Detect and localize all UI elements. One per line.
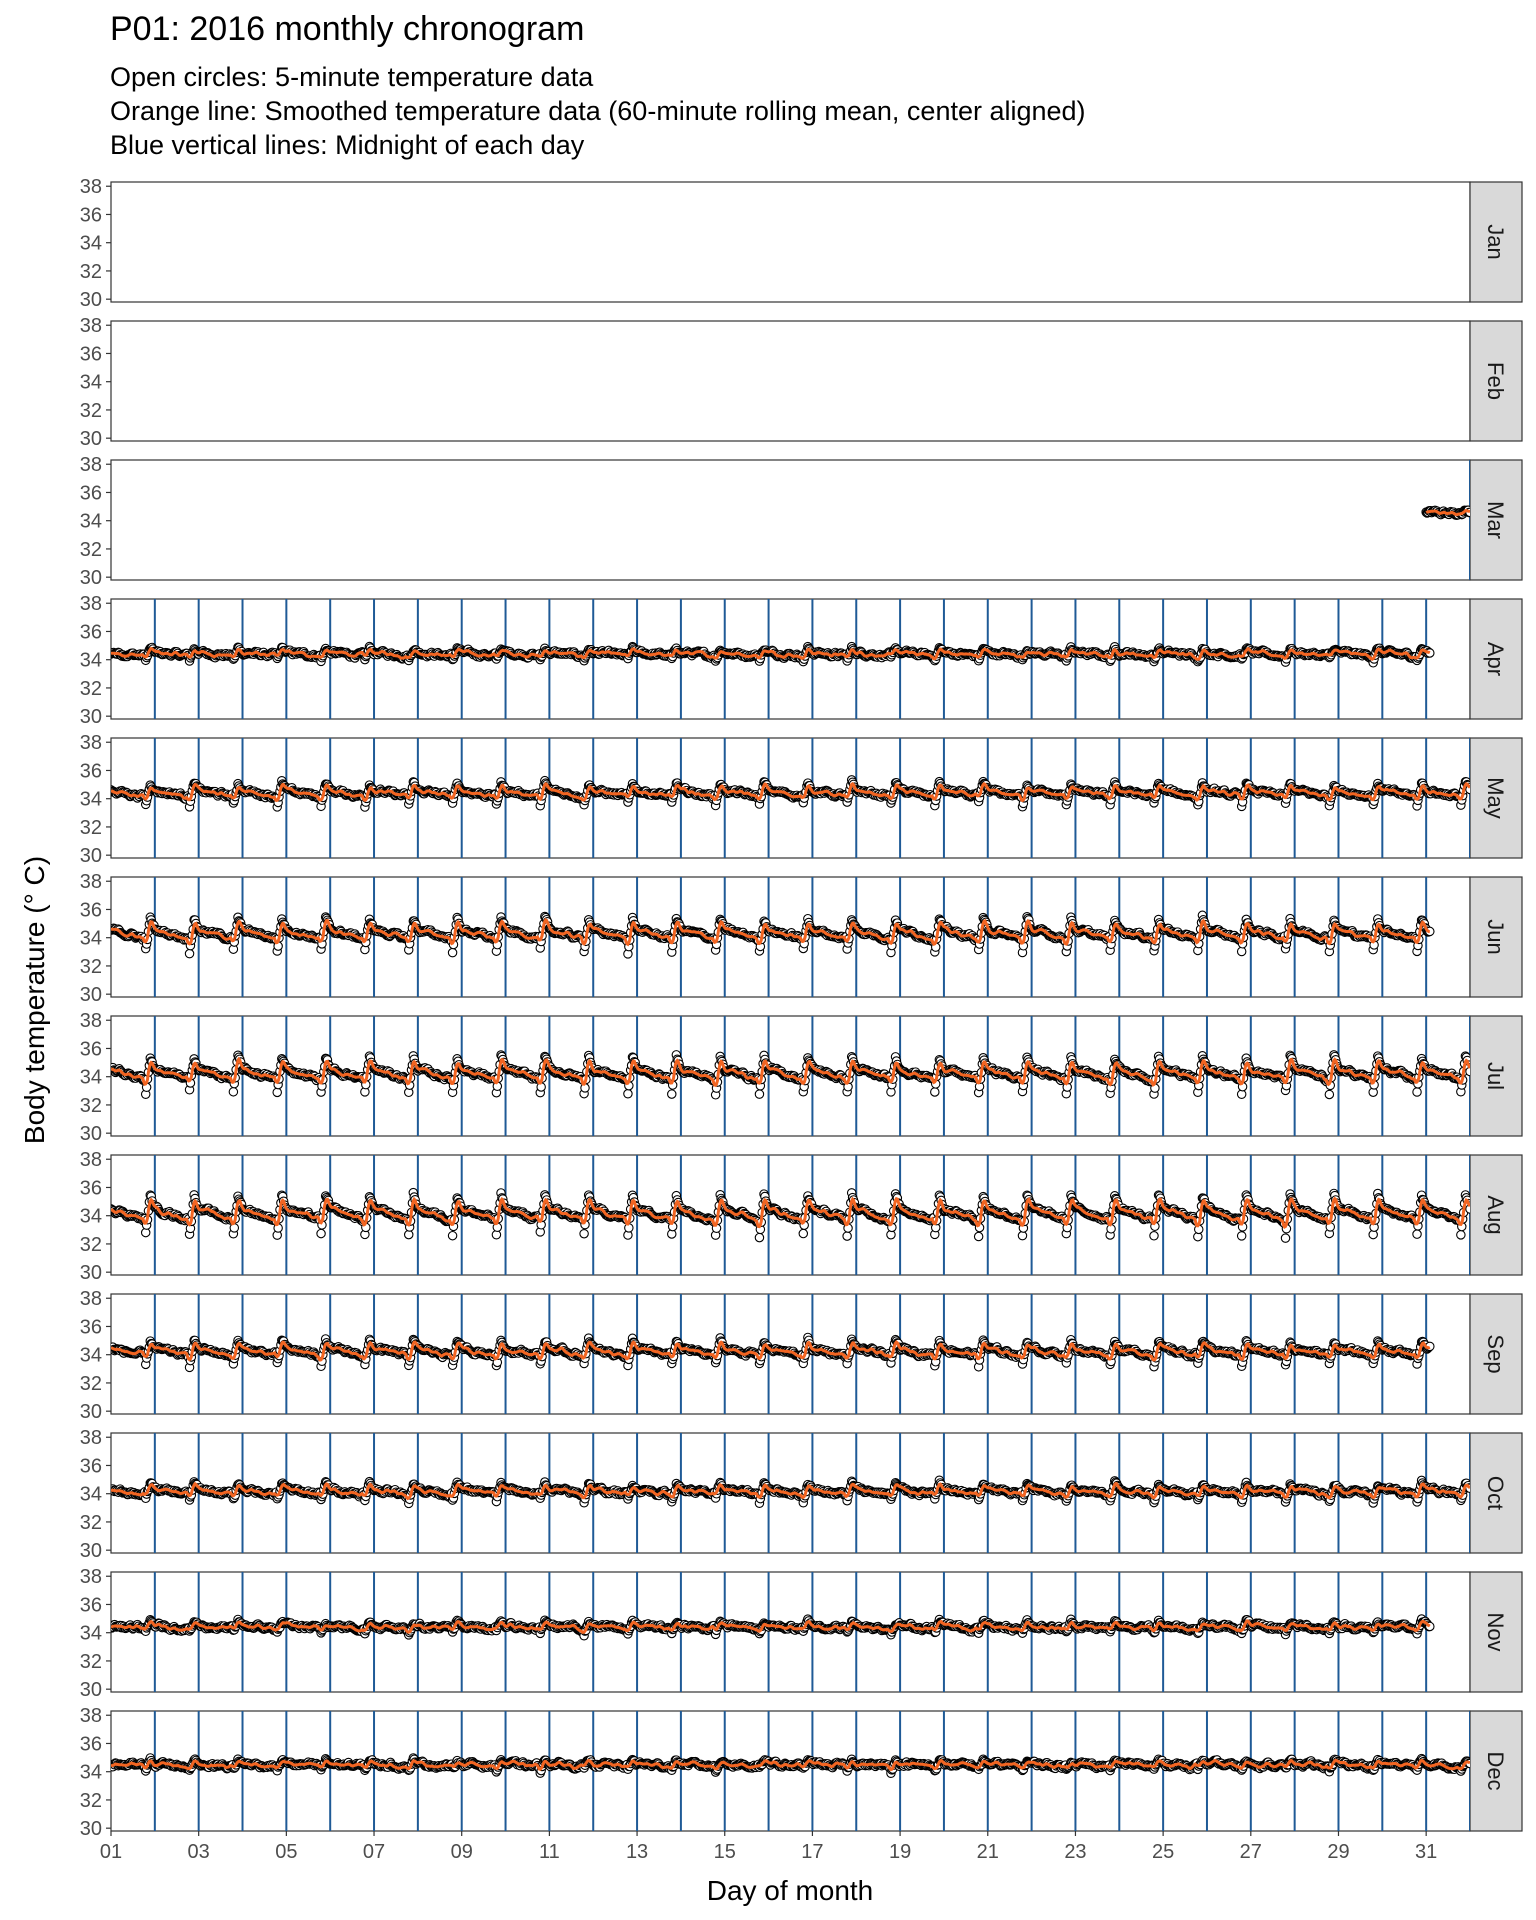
y-tick-label: 34 — [80, 928, 102, 950]
y-tick-label: 30 — [80, 984, 102, 1006]
y-tick-label: 36 — [80, 204, 102, 226]
y-tick-label: 38 — [80, 593, 102, 615]
y-tick-label: 32 — [80, 539, 102, 561]
facet-strip-label: May — [1483, 777, 1508, 819]
facet-strip-label: Mar — [1483, 501, 1508, 539]
facet-strip-label: Feb — [1483, 362, 1508, 400]
data-point — [447, 947, 458, 958]
y-tick-label: 32 — [80, 400, 102, 422]
y-tick-label: 38 — [80, 454, 102, 476]
y-tick-label: 32 — [80, 956, 102, 978]
panel-jul: 30 32 34 36 38 Jul — [80, 1010, 1523, 1145]
panel-jan: 30 32 34 36 38 Jan — [80, 176, 1523, 311]
panel-apr: 30 32 34 36 38 Apr — [80, 593, 1523, 728]
y-tick-label: 34 — [80, 511, 102, 533]
facet-strip-label: Jul — [1483, 1062, 1508, 1090]
y-tick-label: 32 — [80, 817, 102, 839]
y-tick-label: 30 — [80, 706, 102, 728]
data-point — [1236, 946, 1247, 957]
panel-frame — [110, 181, 1471, 303]
panels-group: 3032343638Jan3032343638Feb3032343638Mar3… — [80, 176, 1523, 1840]
y-tick-label: 36 — [80, 621, 102, 643]
y-tick-label: 36 — [80, 1038, 102, 1060]
panel-jun: 30 32 34 36 38 Jun — [80, 871, 1523, 1006]
y-tick-label: 30 — [80, 289, 102, 311]
y-tick-label: 38 — [80, 1010, 102, 1032]
y-tick-label: 38 — [80, 871, 102, 893]
y-tick-label: 30 — [80, 428, 102, 450]
panel-frame — [110, 320, 1471, 442]
data-point — [228, 1087, 239, 1097]
panel-mar: 30 32 34 36 38 Mar — [80, 454, 1523, 589]
y-tick-label: 36 — [80, 482, 102, 504]
y-tick-label: 38 — [80, 315, 102, 337]
facet-strip-label: Jun — [1483, 919, 1508, 954]
y-tick-label: 30 — [80, 1123, 102, 1145]
data-point — [184, 948, 195, 959]
y-tick-label: 32 — [80, 1095, 102, 1117]
panel-feb: 30 32 34 36 38 Feb — [80, 315, 1523, 450]
y-tick-label: 36 — [80, 899, 102, 921]
y-tick-label: 36 — [80, 760, 102, 782]
y-tick-label: 34 — [80, 789, 102, 811]
y-tick-label: 34 — [80, 372, 102, 394]
chronogram-chart: 3032343638Jan3032343638Feb3032343638Mar3… — [19, 176, 1523, 1906]
y-tick-label: 34 — [80, 1067, 102, 1089]
y-tick-label: 38 — [80, 732, 102, 754]
y-tick-label: 34 — [80, 650, 102, 672]
y-tick-label: 32 — [80, 261, 102, 283]
panel-may: 30 32 34 36 38 May — [80, 732, 1523, 867]
facet-strip-label: Apr — [1483, 642, 1508, 676]
facet-strip-label: Jan — [1483, 224, 1508, 259]
data-point — [272, 1087, 282, 1098]
y-tick-label: 34 — [80, 233, 102, 255]
y-tick-label: 32 — [80, 678, 102, 700]
y-tick-label: 30 — [80, 845, 102, 867]
panel-frame — [110, 459, 1471, 581]
y-tick-label: 30 — [80, 567, 102, 589]
y-tick-label: 38 — [80, 176, 102, 198]
y-tick-label: 36 — [80, 343, 102, 365]
